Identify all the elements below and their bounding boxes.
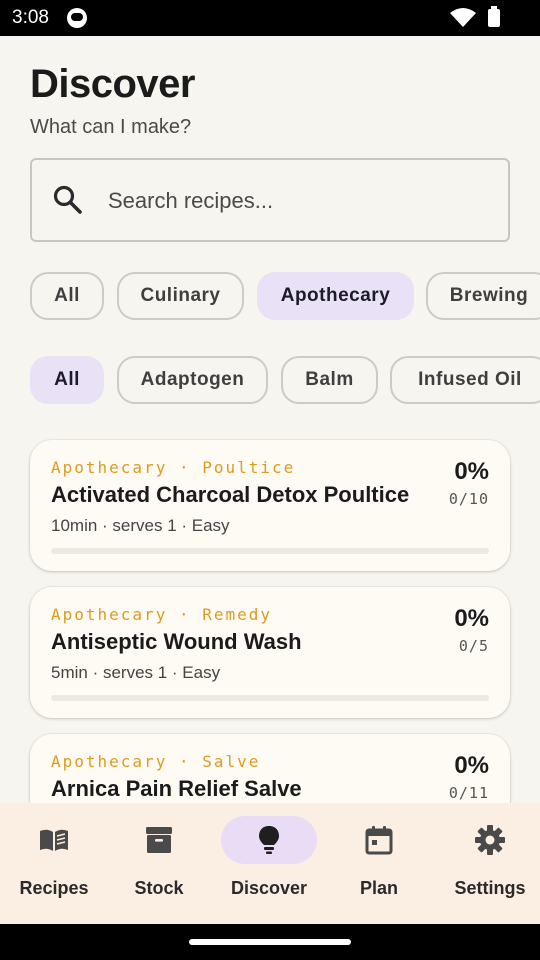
nav-item-stock[interactable]: Stock bbox=[105, 803, 213, 924]
nav-label-stock: Stock bbox=[134, 878, 184, 898]
recipe-category: Apothecary · Poultice bbox=[51, 458, 296, 477]
subcategory-chip-balm[interactable]: Balm bbox=[281, 356, 378, 404]
recipe-ingredient-count: 0/10 bbox=[448, 490, 489, 508]
recipe-card[interactable]: Apothecary · Poultice Activated Charcoal… bbox=[30, 440, 510, 571]
gear-icon bbox=[475, 825, 505, 855]
wifi-icon bbox=[450, 8, 476, 27]
nav-label-recipes: Recipes bbox=[19, 878, 89, 898]
category-chip-all[interactable]: All bbox=[30, 272, 104, 320]
recipe-title: Arnica Pain Relief Salve bbox=[51, 776, 302, 801]
page-subtitle: What can I make? bbox=[30, 116, 192, 138]
recipe-meta: 5min · serves 1 · Easy bbox=[51, 663, 221, 682]
battery-icon bbox=[488, 6, 500, 27]
nav-item-plan[interactable]: Plan bbox=[325, 803, 433, 924]
recipe-category: Apothecary · Remedy bbox=[51, 605, 273, 624]
nav-item-recipes[interactable]: Recipes bbox=[0, 803, 108, 924]
status-indicators bbox=[450, 6, 500, 28]
nav-label-discover: Discover bbox=[230, 878, 308, 898]
lightbulb-icon bbox=[259, 826, 279, 854]
category-chip-culinary[interactable]: Culinary bbox=[117, 272, 244, 320]
app-notification-icon bbox=[67, 8, 87, 28]
recipe-percent: 0% bbox=[454, 458, 489, 485]
subcategory-chip-adaptogen[interactable]: Adaptogen bbox=[117, 356, 268, 404]
system-gesture-bar bbox=[0, 924, 540, 960]
subcategory-chip-infused-oil[interactable]: Infused Oil bbox=[390, 356, 540, 404]
recipe-title: Activated Charcoal Detox Poultice bbox=[51, 482, 410, 507]
recipe-progress-bar bbox=[51, 695, 489, 701]
nav-item-settings[interactable]: Settings bbox=[436, 803, 540, 924]
status-time: 3:08 bbox=[12, 7, 49, 28]
category-chip-apothecary[interactable]: Apothecary bbox=[257, 272, 414, 320]
recipe-category: Apothecary · Salve bbox=[51, 752, 261, 771]
nav-label-plan: Plan bbox=[359, 878, 398, 898]
recipe-ingredient-count: 0/11 bbox=[448, 784, 489, 802]
recipe-card[interactable]: Apothecary · Remedy Antiseptic Wound Was… bbox=[30, 587, 510, 718]
recipe-title: Antiseptic Wound Wash bbox=[51, 629, 302, 654]
recipe-percent: 0% bbox=[454, 605, 489, 632]
search-input[interactable]: Search recipes... bbox=[108, 188, 273, 214]
recipe-ingredient-count: 0/5 bbox=[458, 637, 489, 655]
page-title: Discover bbox=[30, 62, 195, 106]
search-field[interactable]: Search recipes... bbox=[30, 158, 510, 242]
recipe-meta: 10min · serves 1 · Easy bbox=[51, 516, 230, 535]
home-gesture-handle[interactable] bbox=[189, 939, 351, 945]
calendar-icon bbox=[365, 826, 393, 855]
subcategory-chip-all[interactable]: All bbox=[30, 356, 104, 404]
bottom-navigation: Recipes Stock Discover Plan Settings bbox=[0, 803, 540, 924]
nav-label-settings: Settings bbox=[454, 878, 526, 898]
archive-box-icon bbox=[146, 827, 172, 853]
search-icon bbox=[53, 185, 82, 214]
recipe-percent: 0% bbox=[454, 752, 489, 779]
book-icon bbox=[40, 829, 68, 851]
recipe-progress-bar bbox=[51, 548, 489, 554]
status-bar: 3:08 bbox=[0, 0, 540, 36]
category-chip-brewing[interactable]: Brewing bbox=[426, 272, 540, 320]
nav-item-discover[interactable]: Discover bbox=[215, 803, 323, 924]
